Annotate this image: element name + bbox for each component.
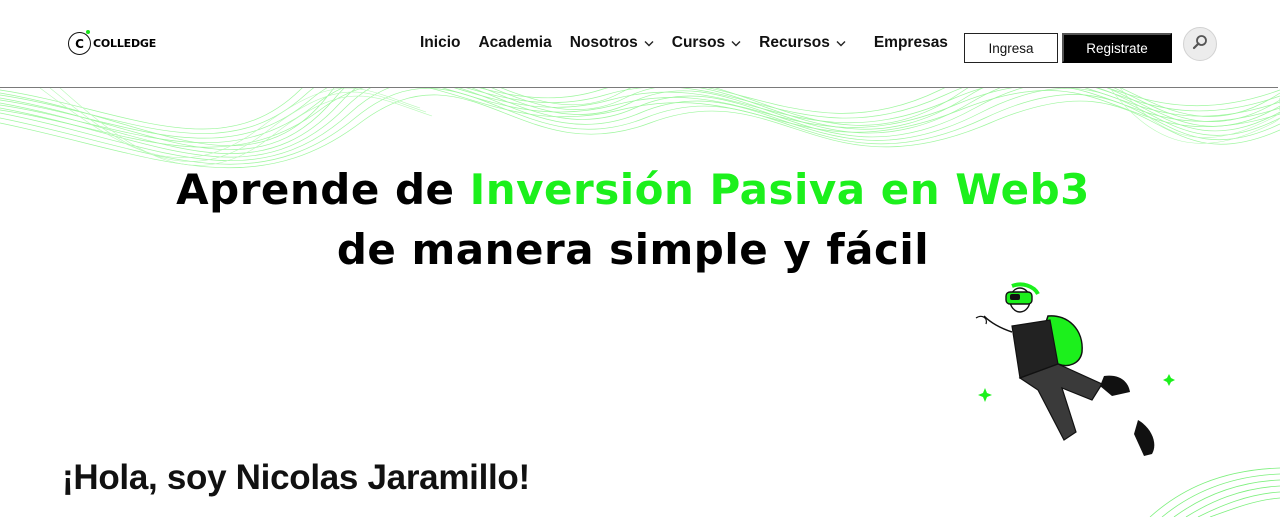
register-button[interactable]: Registrate bbox=[1062, 33, 1172, 63]
nav-item-cursos[interactable]: Cursos bbox=[672, 34, 741, 52]
logo-mark-letter: C bbox=[75, 36, 84, 51]
nav-item-recursos[interactable]: Recursos bbox=[759, 34, 846, 52]
hero-title: Aprende de Inversión Pasiva en Web3 de m… bbox=[0, 160, 1266, 280]
nav-item-academia[interactable]: Academia bbox=[478, 34, 551, 52]
nav-item-label: Recursos bbox=[759, 34, 830, 51]
nav-item-label: Cursos bbox=[671, 34, 726, 51]
chevron-down-icon bbox=[644, 38, 654, 48]
nav-item-inicio[interactable]: Inicio bbox=[420, 34, 460, 52]
colledge-logo[interactable]: C COLLEDGE bbox=[68, 30, 157, 55]
nav-item-label: Academia bbox=[478, 34, 552, 51]
hero-title-prefix: Aprende de bbox=[176, 165, 470, 214]
site-header: C COLLEDGE Inicio Academia Nosotros Curs… bbox=[0, 0, 1278, 88]
nav-item-nosotros[interactable]: Nosotros bbox=[570, 34, 654, 52]
login-button[interactable]: Ingresa bbox=[964, 33, 1058, 63]
nav-item-label: Inicio bbox=[420, 34, 461, 51]
flying-person-vr-illustration bbox=[975, 282, 1175, 456]
intro-heading: ¡Hola, soy Nicolas Jaramillo! bbox=[62, 458, 530, 497]
logo-mark: C bbox=[68, 30, 91, 55]
search-icon bbox=[1191, 33, 1209, 55]
nav-item-label: Empresas bbox=[873, 34, 948, 51]
chevron-down-icon bbox=[836, 38, 846, 48]
hero-title-line2: de manera simple y fácil bbox=[336, 225, 930, 274]
logo-dot bbox=[86, 30, 90, 34]
decorative-waves-corner bbox=[1149, 467, 1280, 517]
search-button[interactable] bbox=[1183, 27, 1217, 61]
hero-title-highlight: Inversión Pasiva en Web3 bbox=[469, 165, 1090, 214]
chevron-down-icon bbox=[731, 38, 741, 48]
logo-text: COLLEDGE bbox=[93, 37, 157, 50]
main-nav: Inicio Academia Nosotros Cursos Recursos… bbox=[420, 34, 968, 52]
nav-item-empresas[interactable]: Empresas bbox=[874, 34, 948, 52]
nav-item-label: Nosotros bbox=[569, 34, 638, 51]
